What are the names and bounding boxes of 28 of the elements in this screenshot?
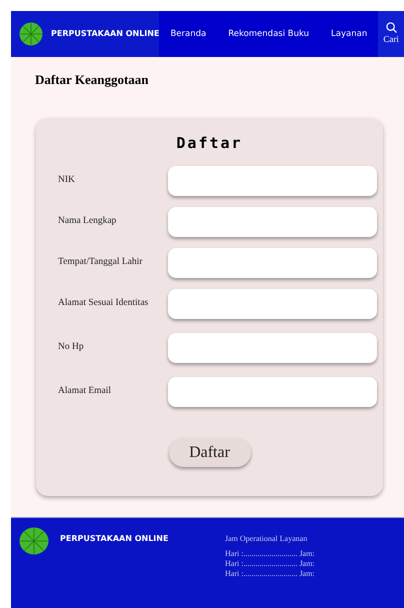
input-field[interactable]: [168, 166, 377, 196]
hours-line: Hari :........................... Jam:: [225, 549, 315, 559]
field-label: Tempat/Tanggal Lahir: [58, 256, 144, 270]
form-title: Daftar: [176, 132, 243, 154]
hours-line: Hari :........................... Jam:: [225, 569, 315, 579]
brand-name: PERPUSTAKAAN ONLINE: [51, 28, 160, 40]
brand-name: PERPUSTAKAAN ONLINE: [60, 533, 170, 545]
input-field[interactable]: [168, 248, 377, 278]
field-label: No Hp: [58, 341, 85, 354]
nav-link[interactable]: Rekomendasi Buku: [217, 11, 320, 57]
logo-icon: [19, 527, 49, 555]
nav-link[interactable]: Beranda: [159, 11, 218, 57]
input-field[interactable]: [168, 206, 377, 236]
field-label: Nama Lengkap: [58, 215, 118, 228]
field-label: NIK: [58, 174, 76, 188]
hours-title: Jam Operational Layanan: [225, 533, 308, 545]
input-field[interactable]: [168, 288, 377, 318]
logo-icon: [19, 22, 43, 46]
input-field[interactable]: [168, 332, 377, 362]
search-icon: [386, 22, 397, 33]
field-label: Alamat Sesuai Identitas: [58, 297, 150, 310]
page-title: Daftar Keanggotaan: [35, 71, 150, 89]
hours-line: Hari :........................... Jam:: [225, 559, 315, 569]
search-button[interactable]: Cari: [378, 11, 404, 57]
nav-link[interactable]: Layanan: [320, 11, 378, 57]
input-field[interactable]: [168, 376, 377, 406]
submit-button[interactable]: Daftar: [168, 438, 250, 467]
field-label: Alamat Email: [58, 385, 112, 398]
